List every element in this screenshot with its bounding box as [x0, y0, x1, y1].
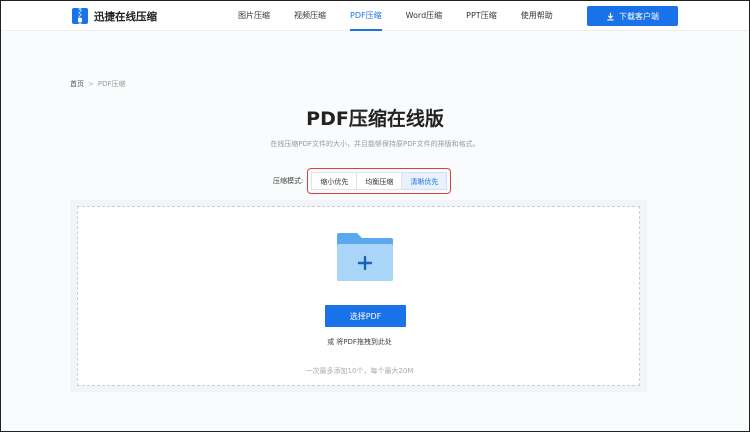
upload-limit-hint: 一次最多添加10个，每个最大20M: [305, 367, 414, 375]
compression-mode-row: 压缩模式: 缩小优先 均衡压缩 清晰优先: [273, 168, 452, 194]
zipper-file-icon: [72, 8, 88, 24]
nav-item-word-compress[interactable]: Word压缩: [406, 1, 443, 31]
nav-item-ppt-compress[interactable]: PPT压缩: [466, 1, 497, 31]
compression-mode-selector: 缩小优先 均衡压缩 清晰优先: [307, 168, 452, 194]
upload-panel: 选择PDF 或 将PDF拖拽到此处 一次最多添加10个，每个最大20M: [70, 200, 647, 392]
upload-dropzone[interactable]: 选择PDF 或 将PDF拖拽到此处 一次最多添加10个，每个最大20M: [77, 206, 640, 386]
drag-drop-hint: 或 将PDF拖拽到此处: [327, 338, 392, 346]
download-client-label: 下载客户端: [619, 11, 659, 21]
download-arrow-icon: [607, 12, 614, 21]
nav-item-pdf-compress[interactable]: PDF压缩: [350, 1, 382, 31]
page-title: PDF压缩在线版: [306, 108, 444, 130]
nav-item-image-compress[interactable]: 图片压缩: [238, 1, 270, 31]
page-subtitle: 在线压缩PDF文件的大小，并且能够保持原PDF文件的排版和格式。: [270, 140, 480, 148]
nav-item-help[interactable]: 使用帮助: [521, 1, 553, 31]
breadcrumb-current: PDF压缩: [97, 80, 126, 88]
download-client-button[interactable]: 下载客户端: [587, 6, 678, 26]
compression-mode-label: 压缩模式:: [273, 177, 304, 185]
logo-text: 迅捷在线压缩: [94, 10, 157, 23]
folder-plus-icon[interactable]: [335, 231, 395, 283]
breadcrumb: 首页 > PDF压缩: [70, 79, 126, 89]
site-logo[interactable]: 迅捷在线压缩: [71, 7, 157, 25]
breadcrumb-home-link[interactable]: 首页: [70, 79, 84, 89]
nav-item-video-compress[interactable]: 视频压缩: [294, 1, 326, 31]
mode-option-balanced[interactable]: 均衡压缩: [357, 172, 403, 190]
main-nav: 图片压缩 视频压缩 PDF压缩 Word压缩 PPT压缩 使用帮助: [238, 1, 553, 31]
mode-option-size-first[interactable]: 缩小优先: [311, 172, 358, 190]
top-navbar: 迅捷在线压缩 图片压缩 视频压缩 PDF压缩 Word压缩 PPT压缩 使用帮助…: [1, 1, 749, 31]
select-pdf-button[interactable]: 选择PDF: [325, 305, 406, 327]
mode-option-clarity-first[interactable]: 清晰优先: [402, 172, 448, 190]
breadcrumb-separator: >: [88, 80, 94, 88]
